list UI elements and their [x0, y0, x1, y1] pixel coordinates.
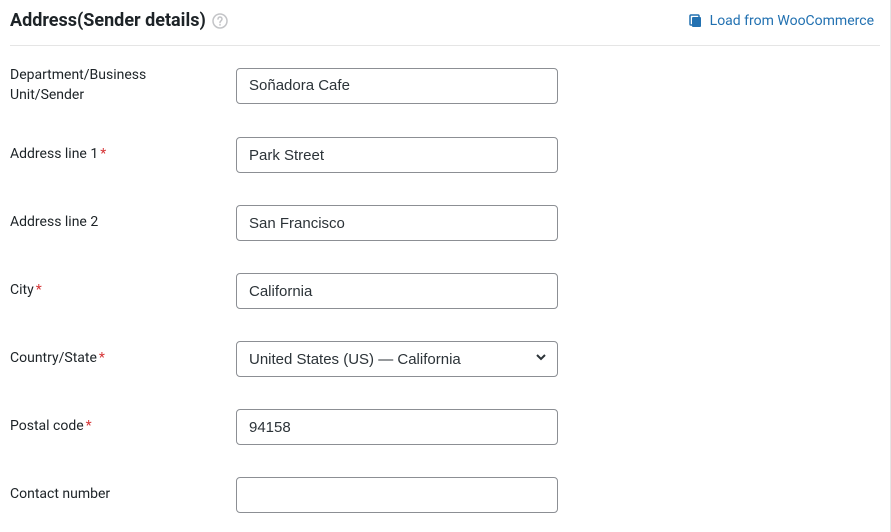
copy-icon	[688, 13, 704, 29]
address1-label: Address line 1*	[10, 145, 236, 165]
required-indicator: *	[100, 146, 106, 162]
section-header: Address(Sender details) Load from WooCom…	[10, 10, 880, 46]
load-from-woocommerce-label: Load from WooCommerce	[710, 13, 874, 29]
city-label: City*	[10, 281, 236, 301]
section-title: Address(Sender details)	[10, 10, 206, 31]
section-title-container: Address(Sender details)	[10, 10, 228, 31]
city-input[interactable]	[236, 273, 558, 309]
department-label: Department/Business Unit/Sender	[10, 66, 236, 105]
address1-input[interactable]	[236, 137, 558, 173]
postal-code-label: Postal code*	[10, 417, 236, 437]
required-indicator: *	[86, 418, 92, 434]
department-input[interactable]	[236, 68, 558, 104]
postal-code-input[interactable]	[236, 409, 558, 445]
country-state-select[interactable]: United States (US) — California	[236, 341, 558, 377]
required-indicator: *	[99, 350, 105, 366]
contact-number-input[interactable]	[236, 477, 558, 513]
help-icon[interactable]	[212, 13, 228, 29]
required-indicator: *	[36, 282, 42, 298]
country-state-label: Country/State*	[10, 349, 236, 369]
load-from-woocommerce-link[interactable]: Load from WooCommerce	[688, 13, 880, 29]
address2-label: Address line 2	[10, 213, 236, 233]
contact-number-label: Contact number	[10, 485, 236, 505]
address2-input[interactable]	[236, 205, 558, 241]
